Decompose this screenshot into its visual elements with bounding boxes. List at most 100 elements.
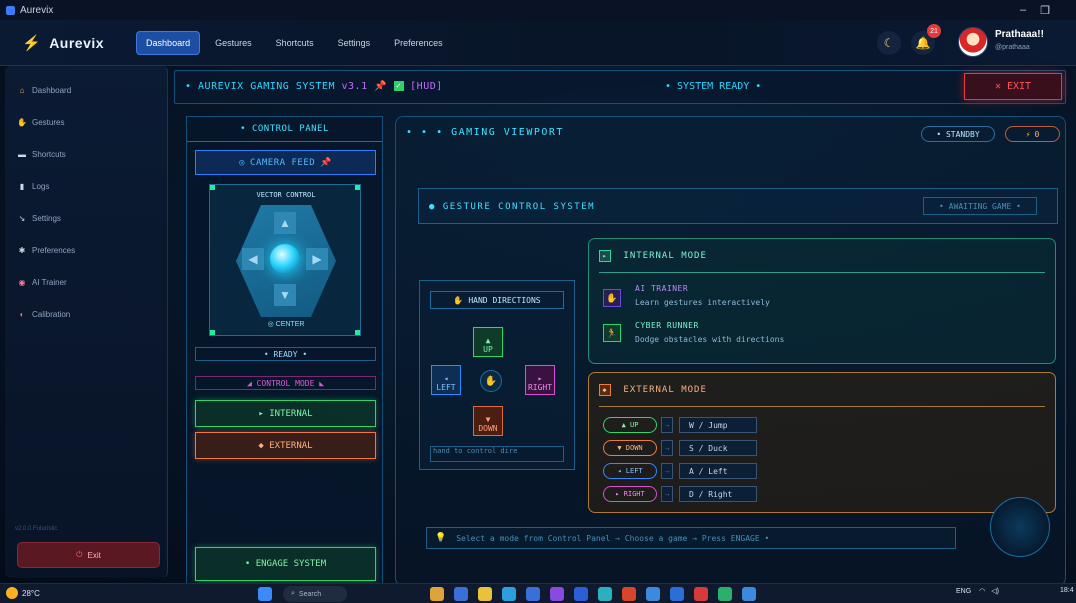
weather-widget[interactable]: 28°C (6, 587, 40, 599)
sidebar-item-settings[interactable]: ↘ Settings (17, 214, 61, 223)
direction-down-button[interactable]: ▼ DOWN (473, 406, 503, 436)
home-icon: ⌂ (19, 86, 25, 95)
sidebar-item-dashboard[interactable]: ⌂ Dashboard (17, 86, 72, 95)
taskbar-search[interactable]: ⌕ Search (283, 586, 347, 602)
nav-dashboard[interactable]: Dashboard (136, 30, 201, 55)
key-binding[interactable]: A / Left (679, 463, 757, 479)
clock[interactable]: 18:4 (1060, 587, 1074, 594)
sidebar-item-preferences[interactable]: ✱ Preferences (17, 246, 76, 255)
internal-mode-title: ▸ INTERNAL MODE (599, 250, 707, 262)
hud-title: • AUREVIX GAMING SYSTEM v3.1 📌 ✓ [HUD] (185, 81, 443, 92)
sidebar-item-shortcuts[interactable]: ▬ Shortcuts (17, 150, 66, 159)
engage-system-button[interactable]: • ENGAGE SYSTEM (195, 547, 376, 581)
game-title-ai-trainer[interactable]: AI TRAINER (635, 284, 688, 293)
pin-icon: 📌 (320, 157, 332, 168)
hud-exit-button[interactable]: ✕ EXIT (964, 73, 1062, 100)
folder-icon[interactable] (478, 587, 492, 601)
vector-control-pad[interactable]: VECTOR CONTROL ▲ ▼ ◀ ▶ ◎ CENTER (209, 184, 361, 336)
play-icon: ▸ (599, 250, 611, 262)
vector-control-label: VECTOR CONTROL (256, 191, 316, 199)
moon-icon[interactable]: ☾ (877, 31, 901, 55)
arrow-left-icon: ◂ (443, 374, 449, 383)
game-title-cyber-runner[interactable]: CYBER RUNNER (635, 321, 699, 330)
key-direction: ▼ DOWN (603, 440, 657, 456)
sidebar-item-label: Settings (32, 214, 61, 223)
arrow-down-icon[interactable]: ▼ (274, 284, 296, 306)
app-icon[interactable] (646, 587, 660, 601)
word-icon[interactable] (574, 587, 588, 601)
edge-icon[interactable] (502, 587, 516, 601)
external-mode-button[interactable]: ◆ EXTERNAL (195, 432, 376, 459)
app-icon[interactable] (742, 587, 756, 601)
sidebar-item-gestures[interactable]: ✋ Gestures (17, 118, 64, 127)
hand-instruction-field[interactable]: hand to control dire (430, 446, 564, 462)
runner-icon: 🏃 (603, 324, 621, 342)
hud-header: • AUREVIX GAMING SYSTEM v3.1 📌 ✓ [HUD] •… (174, 70, 1066, 104)
direction-up-button[interactable]: ▲ UP (473, 327, 503, 357)
direction-left-label: LEFT (436, 383, 456, 392)
diamond-icon: ◆ (599, 384, 611, 396)
arrow-right-icon[interactable]: ▶ (306, 248, 328, 270)
arrow-left-icon[interactable]: ◀ (242, 248, 264, 270)
direction-up-label: UP (483, 345, 493, 354)
app-icon[interactable] (670, 587, 684, 601)
direction-left-button[interactable]: ◂ LEFT (431, 365, 461, 395)
game-desc-cyber-runner: Dodge obstacles with directions (635, 335, 785, 344)
direction-right-button[interactable]: ▸ RIGHT (525, 365, 555, 395)
corner-marker (355, 330, 360, 335)
sidebar-exit-button[interactable]: ⏻ Exit (17, 542, 160, 568)
volume-icon: ◁) (991, 588, 999, 595)
avatar[interactable] (958, 27, 988, 57)
key-binding[interactable]: D / Right (679, 486, 757, 502)
system-status: • SYSTEM READY • (665, 81, 762, 92)
power-icon: ⏻ (76, 550, 83, 559)
internal-mode-label: INTERNAL MODE (623, 251, 707, 261)
app-icon[interactable] (718, 587, 732, 601)
store-icon[interactable] (526, 587, 540, 601)
gaming-viewport: • • • GAMING VIEWPORT • STANDBY ⚡ 0 ● GE… (395, 116, 1066, 586)
pin-icon: 📌 (374, 81, 388, 92)
app-icon (6, 5, 15, 15)
divider (599, 272, 1045, 273)
key-direction: ▲ UP (603, 417, 657, 433)
internal-mode-panel: ▸ INTERNAL MODE ✋ AI TRAINER Learn gestu… (588, 238, 1056, 364)
arrow-up-icon[interactable]: ▲ (274, 212, 296, 234)
camera-feed-button[interactable]: ◎ CAMERA FEED 📌 (195, 150, 376, 175)
arrow-right-icon: → (661, 486, 673, 502)
nav-gestures[interactable]: Gestures (206, 32, 261, 54)
chrome-icon[interactable] (694, 587, 708, 601)
app-icon[interactable] (598, 587, 612, 601)
powerpoint-icon[interactable] (622, 587, 636, 601)
nav-preferences[interactable]: Preferences (385, 32, 452, 54)
app-icon[interactable] (454, 587, 468, 601)
hand-directions-title: ✋ HAND DIRECTIONS (430, 291, 564, 309)
vscode-icon[interactable] (550, 587, 564, 601)
hand-icon: ✋ (453, 295, 464, 305)
nav-settings[interactable]: Settings (329, 32, 380, 54)
wrench-icon: ↘ (18, 214, 26, 223)
window-titlebar: Aurevix – ❐ (0, 0, 1076, 20)
sidebar-item-calibration[interactable]: ◐ Calibration (17, 310, 71, 319)
arrow-down-icon: ▼ (485, 415, 491, 424)
joystick-knob[interactable] (270, 244, 300, 274)
hand-directions-panel: ✋ HAND DIRECTIONS ▲ UP ◂ LEFT ✋ ▸ RIGHT … (419, 280, 575, 470)
minimize-icon[interactable]: – (1012, 0, 1034, 20)
internal-mode-button[interactable]: ▸ INTERNAL (195, 400, 376, 427)
bolt-icon: ⚡ (1025, 129, 1031, 139)
nav-shortcuts[interactable]: Shortcuts (267, 32, 323, 54)
direction-down-label: DOWN (478, 424, 498, 433)
hud-version: v3.1 (341, 81, 368, 92)
key-binding[interactable]: W / Jump (679, 417, 757, 433)
system-tray[interactable]: ENG ◠ ◁) (956, 587, 999, 595)
corner-marker (210, 330, 215, 335)
control-mode-label: ◢ CONTROL MODE ◣ (195, 376, 376, 390)
maximize-icon[interactable]: ❐ (1034, 0, 1056, 20)
key-binding[interactable]: S / Duck (679, 440, 757, 456)
app-icon[interactable] (430, 587, 444, 601)
sidebar-item-logs[interactable]: ▮ Logs (17, 182, 50, 191)
hand-center-icon: ✋ (480, 370, 502, 392)
sidebar-item-ai-trainer[interactable]: ◉ AI Trainer (17, 278, 67, 287)
start-icon[interactable] (258, 587, 272, 601)
control-panel: • CONTROL PANEL ◎ CAMERA FEED 📌 VECTOR C… (186, 116, 383, 586)
brand[interactable]: ⚡ Aurevix (22, 34, 104, 52)
